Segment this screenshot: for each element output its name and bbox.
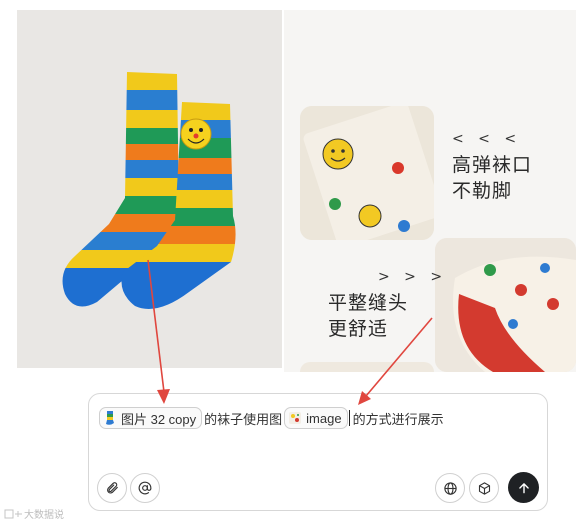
composer-text-1: 的袜子使用图 [204, 411, 283, 427]
mention-button[interactable] [130, 473, 160, 503]
watermark: 大数据说 [4, 506, 64, 521]
socks-illustration [62, 72, 236, 309]
text-cursor [348, 410, 350, 426]
arrow-up-icon [518, 482, 529, 493]
sock-toe-closeup [435, 238, 576, 372]
cube-icon [478, 481, 490, 495]
send-button[interactable] [508, 472, 539, 503]
web-search-button[interactable] [435, 473, 465, 503]
image-mention-chip-2[interactable]: image [284, 407, 348, 429]
paperclip-icon [107, 482, 118, 494]
sock-cuff-closeup [300, 106, 434, 240]
feature-flat-seam: > > > 平整缝头 更舒适 [328, 264, 447, 342]
chip-1-label: 图片 32 copy [121, 411, 197, 427]
chevrons-right-icon: > > > [378, 269, 448, 285]
sock-thumbnail-icon [106, 411, 114, 425]
feature-2-line-1: 平整缝头 [328, 292, 409, 314]
chip-2-label: image [306, 410, 342, 426]
globe-icon [443, 481, 457, 495]
image-mention-chip-1[interactable]: 图片 32 copy [99, 407, 203, 429]
watermark-text: 大数据说 [24, 510, 64, 521]
composer-text-2: 的方式进行展示 [352, 411, 444, 427]
watermark-logo-icon [4, 509, 22, 518]
sock-extra-closeup [300, 362, 434, 372]
sock-detail-thumbnail-icon [289, 412, 302, 424]
composer-text-line[interactable]: 图片 32 copy 的袜子使用图 image 的方式进行展示 [99, 406, 446, 430]
product-image-socks [17, 10, 282, 368]
feature-2-line-2: 更舒适 [328, 318, 389, 340]
feature-elastic-cuff: < < < 高弹袜口 不勒脚 [452, 126, 532, 204]
chevrons-left-icon: < < < [452, 131, 522, 147]
product-detail-image: < < < 高弹袜口 不勒脚 > > > 平整缝头 更舒适 [284, 10, 576, 372]
model-button[interactable] [469, 473, 499, 503]
attach-button[interactable] [97, 473, 127, 503]
at-sign-icon [138, 481, 152, 495]
feature-1-line-1: 高弹袜口 [452, 154, 533, 176]
feature-1-line-2: 不勒脚 [452, 180, 513, 202]
